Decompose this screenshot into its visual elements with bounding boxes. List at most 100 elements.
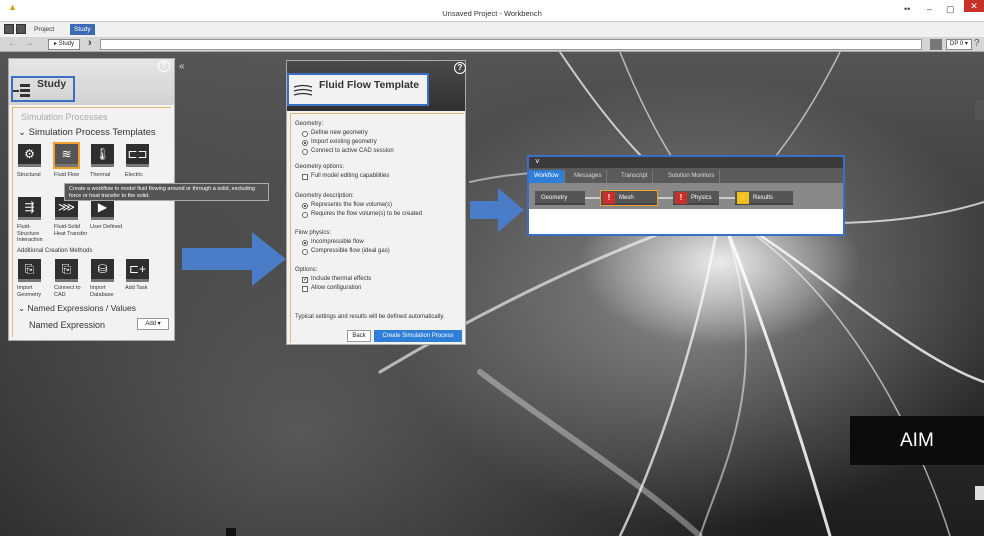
fluid-flow-template-panel: ? Fluid Flow Template Geometry: Define n… [286, 60, 466, 345]
arrow-to-workflow-icon [470, 188, 524, 232]
template-fsi[interactable]: ⇶ [18, 197, 41, 220]
restore-icon[interactable]: •• [904, 4, 910, 14]
radio-import-existing-geometry[interactable] [302, 140, 308, 146]
close-button[interactable]: ✕ [964, 0, 984, 12]
add-button[interactable]: Add ▾ [137, 318, 169, 330]
radio-connect-cad-session[interactable] [302, 149, 308, 155]
template-electric[interactable]: ⊏⊐ [126, 144, 149, 167]
option-full-model-editing[interactable]: Full model editing capabilities [311, 173, 389, 179]
node-physics-label: Physics [691, 195, 712, 201]
workflow-node-mesh[interactable]: ! Mesh [600, 190, 658, 206]
chevron-down-icon[interactable]: ˅ [535, 157, 540, 166]
radio-incompressible-flow[interactable] [302, 240, 308, 246]
template-fluid-flow-label: Fluid Flow [54, 172, 80, 178]
option-requires-flow-volume[interactable]: Requires the flow volume(s) to be create… [311, 211, 422, 217]
section-simulation-processes[interactable]: Simulation Processes [21, 112, 108, 122]
path-field[interactable] [100, 39, 922, 50]
back-arrow-icon[interactable]: ← [8, 38, 18, 49]
method-connect-cad-label: Connect to CAD [54, 285, 81, 298]
option-include-thermal[interactable]: Include thermal effects [311, 276, 371, 282]
tab-solution-monitors[interactable]: Solution Monitors [663, 170, 721, 183]
radio-compressible-flow[interactable] [302, 249, 308, 255]
minimize-button[interactable]: – [927, 4, 932, 14]
checkbox-full-model-editing[interactable] [302, 174, 308, 180]
node-geometry-label: Geometry [541, 195, 568, 201]
electric-icon: ⊏⊐ [127, 147, 148, 161]
method-connect-cad[interactable]: ⎘ [55, 259, 78, 282]
collapse-icon[interactable]: « [179, 61, 185, 72]
tab-study[interactable]: Study [70, 24, 95, 35]
radio-requires-flow-volume[interactable] [302, 212, 308, 218]
template-thermal[interactable]: 🌡 [91, 144, 114, 167]
tab-messages[interactable]: Messages [569, 170, 608, 183]
option-define-new-geometry[interactable]: Define new geometry [311, 130, 368, 136]
radio-define-new-geometry[interactable] [302, 131, 308, 137]
node-results-label: Results [753, 195, 774, 201]
design-point-dropdown[interactable]: DP 0 ▾ [946, 39, 972, 50]
section-named-expressions[interactable]: ⌄ Named Expressions / Values [18, 303, 136, 314]
forward-arrow-icon[interactable]: → [24, 38, 34, 49]
additional-methods-heading: Additional Creation Methods [17, 248, 93, 254]
taskbar-stub [226, 528, 236, 536]
template-fluid-flow[interactable]: ≋ [53, 142, 80, 169]
fluid-flow-title: Fluid Flow Template [319, 79, 420, 91]
template-structural[interactable]: ⚙ [18, 144, 41, 167]
create-simulation-process-button[interactable]: Create Simulation Process [374, 330, 462, 342]
back-button[interactable]: Back [347, 330, 371, 342]
list-view-icon[interactable] [16, 24, 26, 34]
template-footer-text: Typical settings and results will be def… [295, 314, 445, 320]
title-bar: ▲ Unsaved Project - Workbench •• – ▢ ✕ [0, 0, 984, 22]
checkbox-allow-configuration[interactable] [302, 286, 308, 292]
template-electric-label: Electric [125, 172, 144, 178]
option-compressible-flow[interactable]: Compressible flow (ideal gas) [311, 248, 390, 254]
template-structural-label: Structural [17, 172, 41, 178]
help-icon[interactable]: ? [974, 38, 980, 49]
named-expr-heading: Named Expressions / Values [27, 303, 136, 313]
workflow-panel: ˅ Workflow Messages Transcript Solution … [527, 155, 845, 236]
method-import-geometry-label: Import Geometry [17, 285, 42, 298]
workflow-node-physics[interactable]: ! Physics [673, 191, 719, 205]
option-import-existing-geometry[interactable]: Import existing geometry [311, 139, 377, 145]
warning-icon: ! [675, 192, 687, 204]
study-help-icon[interactable]: ? [158, 60, 170, 72]
checkbox-include-thermal[interactable]: ✓ [302, 277, 308, 283]
maximize-button[interactable]: ▢ [946, 4, 955, 15]
section-simulation-process-templates[interactable]: ⌄ Simulation Process Templates [18, 127, 156, 138]
templates-heading: Simulation Process Templates [28, 127, 156, 138]
workflow-node-results[interactable]: ⚡ Results [735, 191, 793, 205]
tab-transcript[interactable]: Transcript [616, 170, 654, 183]
breadcrumb-study[interactable]: ▸ Study [48, 39, 81, 50]
fluid-flow-header: ? Fluid Flow Template [287, 61, 466, 111]
method-add-task[interactable]: ⊏+ [126, 259, 149, 282]
geometry-description-label: Geometry description: [295, 193, 354, 199]
grid-view-icon[interactable] [4, 24, 14, 34]
method-import-database[interactable]: ⛁ [91, 259, 114, 282]
side-panel-tab[interactable] [975, 100, 984, 120]
study-body: Simulation Processes ⌄ Simulation Proces… [12, 107, 171, 337]
side-panel-tab[interactable] [975, 486, 984, 500]
structural-icon: ⚙ [24, 147, 35, 161]
design-point-icon[interactable] [930, 39, 942, 50]
geometry-options-label: Geometry options: [295, 164, 345, 170]
arrow-to-template-icon [182, 232, 286, 286]
workflow-tabs: Workflow Messages Transcript Solution Mo… [529, 168, 843, 183]
aim-label: AIM [850, 416, 984, 465]
option-incompressible-flow[interactable]: Incompressible flow [311, 239, 364, 245]
nav-bar: ← → ▸ Study › DP 0 ▾ ? [0, 37, 984, 52]
add-task-icon: ⊏+ [128, 262, 147, 276]
connector-line [657, 197, 673, 199]
tab-project[interactable]: Project [30, 24, 58, 35]
template-help-icon[interactable]: ? [454, 62, 466, 74]
workflow-node-geometry[interactable]: Geometry [535, 191, 585, 205]
method-import-database-label: Import Database [90, 285, 114, 298]
option-allow-configuration[interactable]: Allow configuration [311, 285, 361, 291]
fsi-icon: ⇶ [24, 200, 35, 214]
breadcrumb-chevron-icon[interactable]: › [88, 37, 92, 49]
fluid-flow-template-icon [293, 84, 313, 96]
thermal-icon: 🌡 [94, 147, 111, 161]
tab-workflow[interactable]: Workflow [529, 170, 565, 183]
method-import-geometry[interactable]: ⎘ [18, 259, 41, 282]
radio-represents-flow-volume[interactable] [302, 203, 308, 209]
option-connect-cad-session[interactable]: Connect to active CAD session [311, 148, 394, 154]
option-represents-flow-volume[interactable]: Represents the flow volume(s) [311, 202, 392, 208]
